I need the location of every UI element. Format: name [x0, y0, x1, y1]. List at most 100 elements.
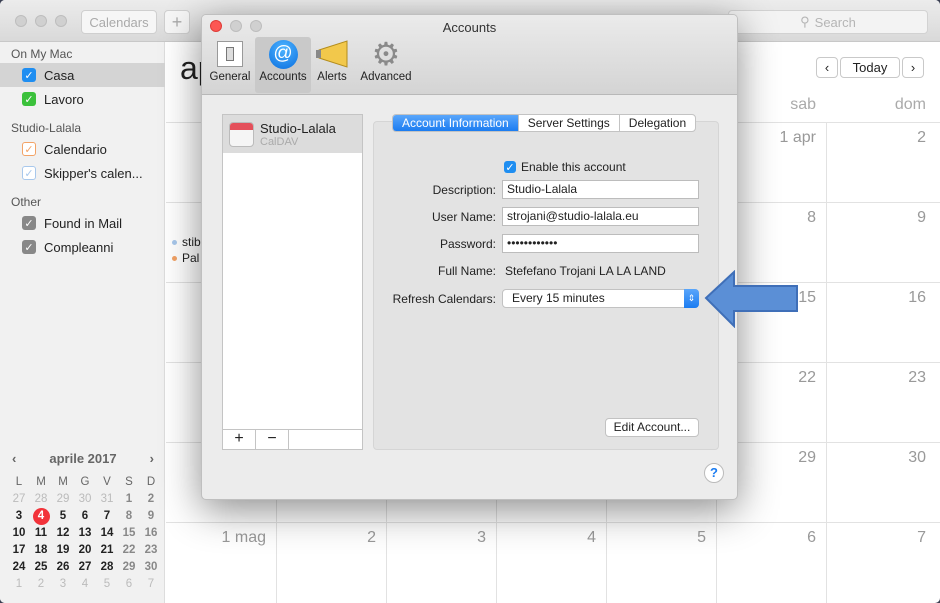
- mini-day[interactable]: 11: [30, 525, 52, 542]
- password-field[interactable]: ••••••••••••: [502, 234, 699, 253]
- mini-day[interactable]: 19: [52, 542, 74, 559]
- mini-day[interactable]: 6: [118, 576, 140, 593]
- day-cell[interactable]: 30: [826, 449, 926, 467]
- mini-day[interactable]: 28: [30, 491, 52, 508]
- mini-day[interactable]: 23: [140, 542, 162, 559]
- mini-day[interactable]: 20: [74, 542, 96, 559]
- mini-day[interactable]: 1: [118, 491, 140, 508]
- edit-account-button[interactable]: Edit Account...: [605, 418, 699, 437]
- day-cell[interactable]: 4: [496, 529, 596, 547]
- mini-day[interactable]: 18: [30, 542, 52, 559]
- day-cell[interactable]: 7: [826, 529, 926, 547]
- sidebar-item-skipper[interactable]: ✓ Skipper's calen...: [0, 161, 165, 185]
- day-cell[interactable]: 1 mag: [166, 529, 266, 547]
- mini-day[interactable]: 13: [74, 525, 96, 542]
- mini-day-label: 28: [34, 493, 48, 505]
- sidebar-item-compleanni[interactable]: ✓ Compleanni: [0, 235, 165, 259]
- checkbox-icon[interactable]: ✓: [22, 240, 36, 254]
- calendars-button[interactable]: Calendars: [81, 10, 157, 34]
- tab-account-information[interactable]: Account Information: [393, 115, 519, 131]
- mini-day[interactable]: 8: [118, 508, 140, 525]
- enable-account-checkbox[interactable]: ✓ Enable this account: [504, 160, 626, 174]
- mini-day[interactable]: 5: [52, 508, 74, 525]
- account-item-studio-lalala[interactable]: Studio-Lalala CalDAV: [223, 115, 362, 153]
- zoom-button[interactable]: [55, 15, 67, 27]
- mini-day[interactable]: 29: [118, 559, 140, 576]
- add-account-button[interactable]: +: [223, 430, 256, 449]
- username-field[interactable]: strojani@studio-lalala.eu: [502, 207, 699, 226]
- mini-day[interactable]: 30: [74, 491, 96, 508]
- remove-account-button[interactable]: −: [256, 430, 289, 449]
- mini-day[interactable]: 3: [52, 576, 74, 593]
- tab-accounts[interactable]: @ Accounts: [255, 37, 311, 93]
- sidebar-item-lavoro[interactable]: ✓ Lavoro: [0, 87, 165, 111]
- mini-day[interactable]: 12: [52, 525, 74, 542]
- tab-delegation[interactable]: Delegation: [620, 115, 695, 131]
- mini-day[interactable]: 25: [30, 559, 52, 576]
- refresh-calendars-select[interactable]: Every 15 minutes ⇕: [502, 289, 699, 308]
- checkbox-icon[interactable]: ✓: [22, 68, 36, 82]
- tab-general[interactable]: General: [202, 37, 258, 93]
- mini-day[interactable]: 27: [8, 491, 30, 508]
- mini-day-label: 2: [37, 578, 45, 590]
- mini-day[interactable]: 15: [118, 525, 140, 542]
- mini-day[interactable]: 7: [140, 576, 162, 593]
- checkbox-icon[interactable]: ✓: [504, 161, 516, 174]
- mini-day[interactable]: 6: [74, 508, 96, 525]
- checkbox-icon[interactable]: ✓: [22, 166, 36, 180]
- mini-prev-button[interactable]: ‹: [12, 451, 16, 466]
- close-button[interactable]: [15, 15, 27, 27]
- prev-month-button[interactable]: ‹: [816, 57, 838, 78]
- mini-day[interactable]: 4: [74, 576, 96, 593]
- day-cell[interactable]: 2: [826, 129, 926, 147]
- mini-day[interactable]: 9: [140, 508, 162, 525]
- mini-day[interactable]: 26: [52, 559, 74, 576]
- mini-day[interactable]: 2: [140, 491, 162, 508]
- next-month-button[interactable]: ›: [902, 57, 924, 78]
- day-cell[interactable]: 5: [606, 529, 706, 547]
- day-cell[interactable]: 2: [276, 529, 376, 547]
- mini-day[interactable]: 17: [8, 542, 30, 559]
- tab-alerts[interactable]: Alerts: [304, 37, 360, 93]
- mini-day[interactable]: 30: [140, 559, 162, 576]
- sidebar-item-found-in-mail[interactable]: ✓ Found in Mail: [0, 211, 165, 235]
- mini-day[interactable]: 14: [96, 525, 118, 542]
- day-cell[interactable]: 3: [386, 529, 486, 547]
- mini-day[interactable]: 7: [96, 508, 118, 525]
- tab-server-settings[interactable]: Server Settings: [519, 115, 620, 131]
- search-input[interactable]: ⚲ Search: [728, 10, 928, 34]
- checkbox-icon[interactable]: ✓: [22, 216, 36, 230]
- mini-day[interactable]: 24: [8, 559, 30, 576]
- mini-day[interactable]: 5: [96, 576, 118, 593]
- today-button[interactable]: Today: [840, 57, 900, 78]
- event-item[interactable]: Pal: [172, 251, 199, 265]
- mini-day[interactable]: 21: [96, 542, 118, 559]
- sidebar-item-calendario[interactable]: ✓ Calendario: [0, 137, 165, 161]
- tab-advanced[interactable]: ⚙ Advanced: [354, 37, 418, 93]
- event-item[interactable]: stib: [172, 235, 201, 249]
- help-button[interactable]: ?: [704, 463, 724, 483]
- mini-day[interactable]: 3: [8, 508, 30, 525]
- mini-day[interactable]: 4: [30, 508, 52, 525]
- mini-day[interactable]: 1: [8, 576, 30, 593]
- day-cell[interactable]: 16: [826, 289, 926, 307]
- mini-day-label: 23: [144, 544, 158, 556]
- add-event-button[interactable]: +: [164, 10, 190, 34]
- mini-day[interactable]: 10: [8, 525, 30, 542]
- day-cell[interactable]: 9: [826, 209, 926, 227]
- sidebar-item-casa[interactable]: ✓ Casa: [0, 63, 165, 87]
- description-field[interactable]: Studio-Lalala: [502, 180, 699, 199]
- minimize-button[interactable]: [35, 15, 47, 27]
- mini-day[interactable]: 16: [140, 525, 162, 542]
- mini-next-button[interactable]: ›: [150, 451, 154, 466]
- checkbox-icon[interactable]: ✓: [22, 92, 36, 106]
- mini-day[interactable]: 2: [30, 576, 52, 593]
- mini-day[interactable]: 28: [96, 559, 118, 576]
- mini-day[interactable]: 31: [96, 491, 118, 508]
- day-cell[interactable]: 6: [716, 529, 816, 547]
- mini-day[interactable]: 29: [52, 491, 74, 508]
- mini-day[interactable]: 22: [118, 542, 140, 559]
- checkbox-icon[interactable]: ✓: [22, 142, 36, 156]
- day-cell[interactable]: 23: [826, 369, 926, 387]
- mini-day[interactable]: 27: [74, 559, 96, 576]
